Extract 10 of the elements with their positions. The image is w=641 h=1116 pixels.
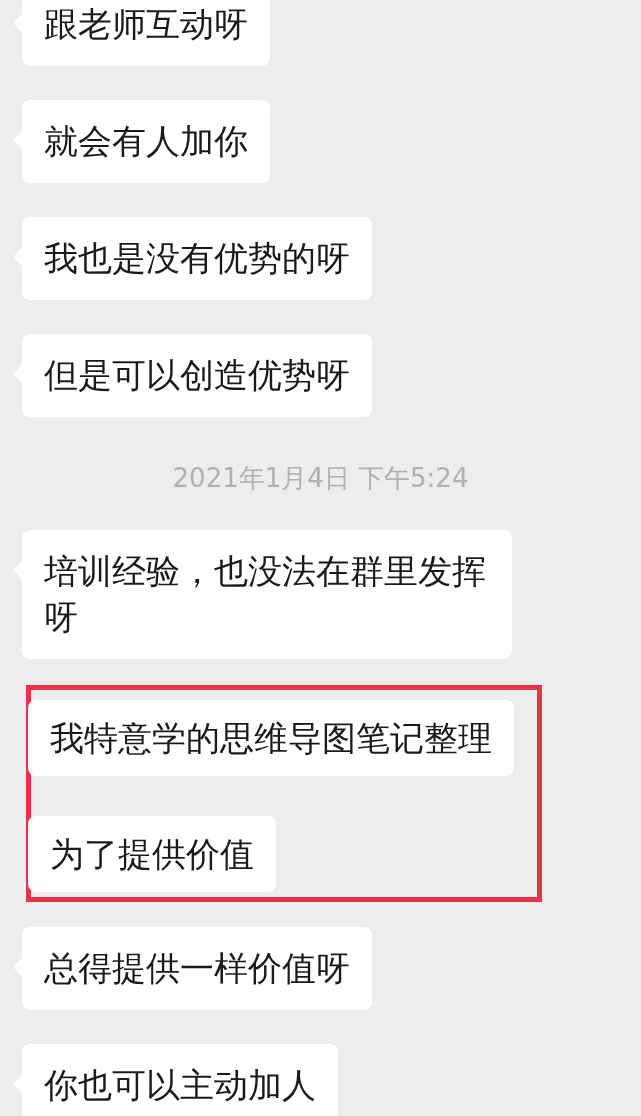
message-bubble: 总得提供一样价值呀 — [22, 927, 372, 1010]
timestamp: 2021年1月4日 下午5:24 — [171, 462, 470, 495]
message-bubble: 就会有人加你 — [22, 100, 270, 183]
message-bubble: 培训经验，也没法在群里发挥呀 — [22, 530, 512, 659]
message-bubble: 为了提供价值 — [28, 816, 276, 892]
message-bubble: 跟老师互动呀 — [22, 0, 270, 66]
message-bubble: 你也可以主动加人 — [22, 1044, 338, 1116]
message-bubble: 我特意学的思维导图笔记整理 — [28, 700, 514, 776]
message-bubble: 我也是没有优势的呀 — [22, 217, 372, 300]
message-bubble: 但是可以创造优势呀 — [22, 334, 372, 417]
